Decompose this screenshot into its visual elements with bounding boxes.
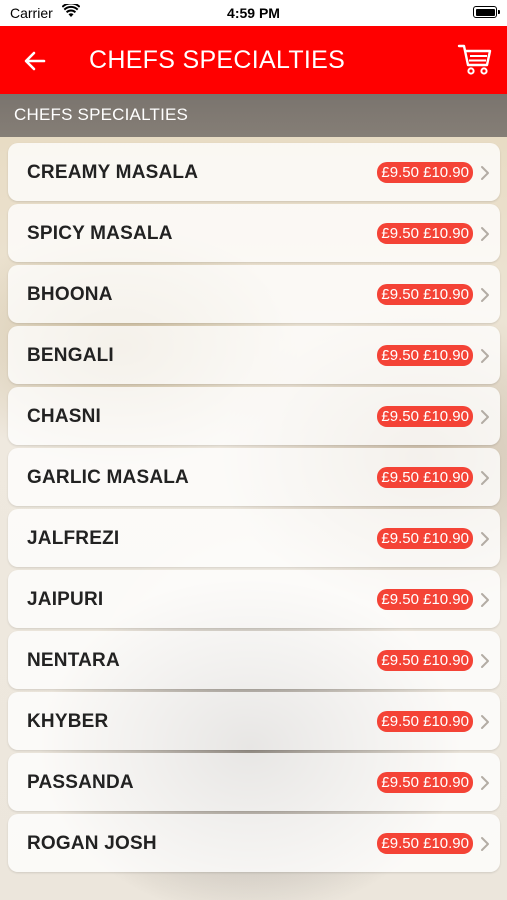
cart-icon[interactable] <box>457 42 493 76</box>
list-item[interactable]: BENGALI £9.50 £10.90 <box>8 326 500 384</box>
price-badge: £9.50 £10.90 <box>377 406 473 427</box>
item-name: CREAMY MASALA <box>27 162 199 183</box>
chevron-right-icon <box>481 166 489 180</box>
list-item[interactable]: SPICY MASALA £9.50 £10.90 <box>8 204 500 262</box>
item-name: JAIPURI <box>27 589 104 610</box>
price-badge: £9.50 £10.90 <box>377 345 473 366</box>
item-name: SPICY MASALA <box>27 223 173 244</box>
item-name: PASSANDA <box>27 772 134 793</box>
page-title: CHEFS SPECIALTIES <box>89 46 346 74</box>
item-name: NENTARA <box>27 650 120 671</box>
price-badge: £9.50 £10.90 <box>377 833 473 854</box>
item-name: ROGAN JOSH <box>27 833 157 854</box>
price-badge: £9.50 £10.90 <box>377 162 473 183</box>
chevron-right-icon <box>481 471 489 485</box>
price-badge: £9.50 £10.90 <box>377 528 473 549</box>
clock: 4:59 PM <box>227 5 280 21</box>
chevron-right-icon <box>481 349 489 363</box>
price-badge: £9.50 £10.90 <box>377 589 473 610</box>
item-name: BHOONA <box>27 284 113 305</box>
item-name: KHYBER <box>27 711 109 732</box>
price-badge: £9.50 £10.90 <box>377 711 473 732</box>
status-bar: Carrier 4:59 PM <box>0 0 507 26</box>
item-name: BENGALI <box>27 345 114 366</box>
list-item[interactable]: JALFREZI £9.50 £10.90 <box>8 509 500 567</box>
chevron-right-icon <box>481 776 489 790</box>
chevron-right-icon <box>481 410 489 424</box>
price-badge: £9.50 £10.90 <box>377 650 473 671</box>
price-badge: £9.50 £10.90 <box>377 284 473 305</box>
list-item[interactable]: BHOONA £9.50 £10.90 <box>8 265 500 323</box>
section-title: CHEFS SPECIALTIES <box>14 105 189 124</box>
price-badge: £9.50 £10.90 <box>377 467 473 488</box>
chevron-right-icon <box>481 593 489 607</box>
price-badge: £9.50 £10.90 <box>377 223 473 244</box>
item-name: JALFREZI <box>27 528 120 549</box>
chevron-right-icon <box>481 837 489 851</box>
list-item[interactable]: PASSANDA £9.50 £10.90 <box>8 753 500 811</box>
list-item[interactable]: KHYBER £9.50 £10.90 <box>8 692 500 750</box>
chevron-right-icon <box>481 288 489 302</box>
chevron-right-icon <box>481 654 489 668</box>
chevron-right-icon <box>481 532 489 546</box>
nav-bar: CHEFS SPECIALTIES <box>0 26 507 94</box>
arrow-left-icon[interactable] <box>22 48 48 74</box>
menu-list: CREAMY MASALA £9.50 £10.90 SPICY MASALA £9.… <box>8 143 500 875</box>
item-name: GARLIC MASALA <box>27 467 189 488</box>
list-item[interactable]: CREAMY MASALA £9.50 £10.90 <box>8 143 500 201</box>
battery-icon <box>473 6 500 18</box>
section-header: CHEFS SPECIALTIES <box>0 94 507 137</box>
chevron-right-icon <box>481 715 489 729</box>
item-name: CHASNI <box>27 406 102 427</box>
list-item[interactable]: JAIPURI £9.50 £10.90 <box>8 570 500 628</box>
chevron-right-icon <box>481 227 489 241</box>
list-item[interactable]: CHASNI £9.50 £10.90 <box>8 387 500 445</box>
price-badge: £9.50 £10.90 <box>377 772 473 793</box>
list-item[interactable]: NENTARA £9.50 £10.90 <box>8 631 500 689</box>
list-item[interactable]: ROGAN JOSH £9.50 £10.90 <box>8 814 500 872</box>
list-item[interactable]: GARLIC MASALA £9.50 £10.90 <box>8 448 500 506</box>
